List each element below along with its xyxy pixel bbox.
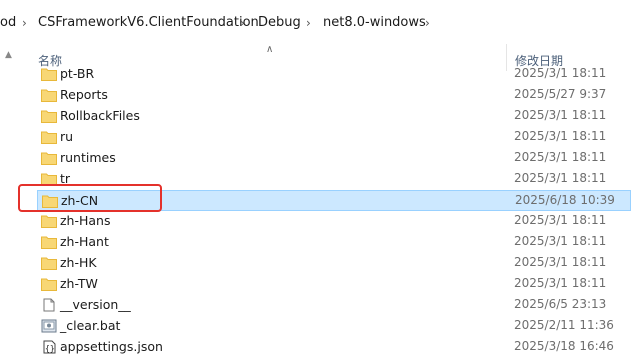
chevron-right-icon[interactable]: › xyxy=(22,14,27,32)
file-date: 2025/3/1 18:11 xyxy=(514,234,607,248)
file-icon xyxy=(41,298,57,312)
folder-icon xyxy=(41,214,57,228)
file-name: zh-Hant xyxy=(60,234,109,249)
file-name: __version__ xyxy=(60,297,131,312)
file-date: 2025/3/1 18:11 xyxy=(514,108,607,122)
file-name: ru xyxy=(60,129,74,144)
file-date: 2025/2/11 11:36 xyxy=(514,318,614,332)
file-name: _clear.bat xyxy=(60,318,121,333)
batch-file-icon xyxy=(41,319,57,333)
folder-icon xyxy=(41,67,57,81)
file-date: 2025/6/18 10:39 xyxy=(515,193,615,207)
folder-row[interactable]: zh-Hans 2025/3/1 18:11 xyxy=(37,211,631,232)
file-date: 2025/5/27 9:37 xyxy=(514,87,607,101)
file-date: 2025/3/1 18:11 xyxy=(514,129,607,143)
file-date: 2025/3/1 18:11 xyxy=(514,255,607,269)
file-date: 2025/3/1 18:11 xyxy=(514,213,607,227)
file-date: 2025/3/18 16:46 xyxy=(514,339,614,353)
file-row[interactable]: _clear.bat 2025/2/11 11:36 xyxy=(37,316,631,337)
folder-row[interactable]: zh-Hant 2025/3/1 18:11 xyxy=(37,232,631,253)
breadcrumb-item[interactable]: od xyxy=(0,14,16,32)
folder-icon xyxy=(41,109,57,123)
file-name: pt-BR xyxy=(60,66,95,81)
file-name: zh-HK xyxy=(60,255,97,270)
file-date: 2025/3/1 18:11 xyxy=(514,66,607,80)
file-name: appsettings.json xyxy=(60,339,163,354)
folder-icon xyxy=(41,130,57,144)
file-name: zh-Hans xyxy=(60,213,111,228)
file-name: runtimes xyxy=(60,150,116,165)
breadcrumb-item[interactable]: Debug xyxy=(258,14,301,32)
sort-up-icon: ∧ xyxy=(266,44,274,55)
file-name: RollbackFiles xyxy=(60,108,140,123)
breadcrumb-item[interactable]: net8.0-windows xyxy=(323,14,426,32)
file-name: zh-TW xyxy=(60,276,98,291)
scroll-up-icon[interactable]: ▲ xyxy=(5,50,15,60)
folder-row[interactable]: Reports 2025/5/27 9:37 xyxy=(37,85,631,106)
chevron-right-icon[interactable]: › xyxy=(425,14,430,32)
folder-row[interactable]: pt-BR 2025/3/1 18:11 xyxy=(37,64,631,85)
folder-icon xyxy=(41,256,57,270)
svg-text:{}: {} xyxy=(45,344,55,353)
folder-row[interactable]: ru 2025/3/1 18:11 xyxy=(37,127,631,148)
json-file-icon: {} xyxy=(41,340,57,354)
chevron-right-icon[interactable]: › xyxy=(240,14,245,32)
folder-row[interactable]: RollbackFiles 2025/3/1 18:11 xyxy=(37,106,631,127)
folder-icon xyxy=(41,235,57,249)
file-name: Reports xyxy=(60,87,108,102)
breadcrumb-bar: od › CSFrameworkV6.ClientFoundation › De… xyxy=(0,0,631,45)
chevron-right-icon[interactable]: › xyxy=(306,14,311,32)
file-date: 2025/3/1 18:11 xyxy=(514,171,607,185)
file-date: 2025/3/1 18:11 xyxy=(514,150,607,164)
folder-row[interactable]: zh-TW 2025/3/1 18:11 xyxy=(37,274,631,295)
file-row[interactable]: {} appsettings.json 2025/3/18 16:46 xyxy=(37,337,631,358)
folder-icon xyxy=(41,151,57,165)
folder-row[interactable]: zh-HK 2025/3/1 18:11 xyxy=(37,253,631,274)
file-date: 2025/6/5 23:13 xyxy=(514,297,607,311)
file-date: 2025/3/1 18:11 xyxy=(514,276,607,290)
breadcrumb-item[interactable]: CSFrameworkV6.ClientFoundation xyxy=(38,14,259,32)
annotation-highlight xyxy=(18,184,162,212)
folder-row[interactable]: runtimes 2025/3/1 18:11 xyxy=(37,148,631,169)
folder-icon xyxy=(41,277,57,291)
file-row[interactable]: __version__ 2025/6/5 23:13 xyxy=(37,295,631,316)
folder-icon xyxy=(41,88,57,102)
